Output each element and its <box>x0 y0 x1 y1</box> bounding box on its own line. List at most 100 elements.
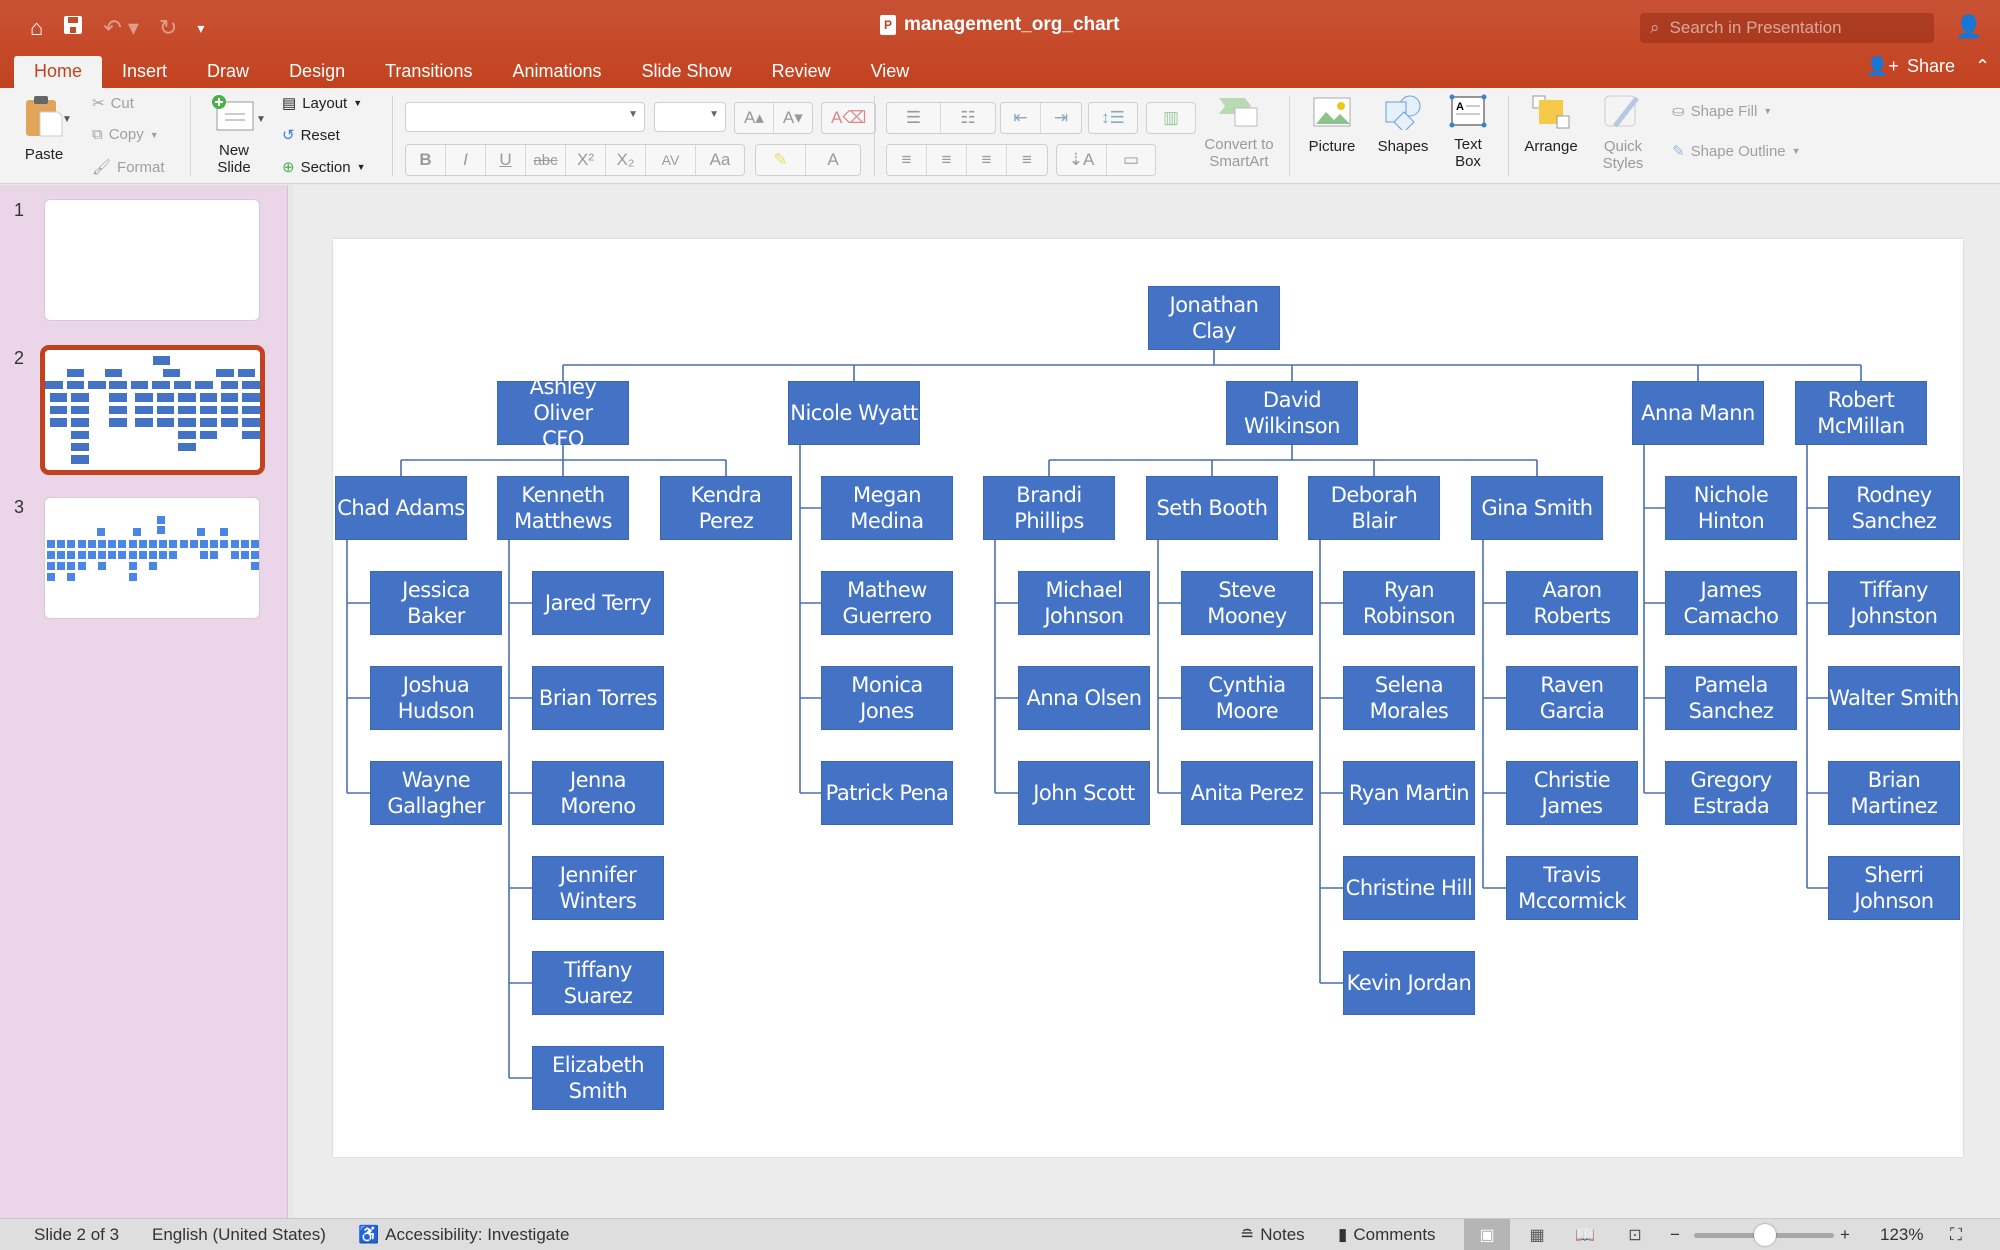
org-chart-node[interactable]: Kendra Perez <box>660 476 792 540</box>
arrange-button[interactable]: Arrange <box>1520 94 1582 155</box>
zoom-in-button[interactable]: + <box>1840 1225 1850 1245</box>
org-chart-node[interactable]: Jenna Moreno <box>532 761 664 825</box>
org-chart-node[interactable]: Chad Adams <box>335 476 467 540</box>
slide-thumbnail-3[interactable] <box>44 497 260 619</box>
align-left-button[interactable]: ≡ <box>887 145 927 175</box>
normal-view-button[interactable]: ▣ <box>1464 1219 1510 1250</box>
org-chart-node[interactable]: James Camacho <box>1665 571 1797 635</box>
org-chart-node[interactable]: Jonathan Clay <box>1148 286 1280 350</box>
org-chart-node[interactable]: Kenneth Matthews <box>497 476 629 540</box>
org-chart-node[interactable]: Joshua Hudson <box>370 666 502 730</box>
fit-to-window-button[interactable]: ⛶ <box>1950 1225 1962 1245</box>
copy-button[interactable]: ⧉ Copy ▼ <box>92 126 159 143</box>
org-chart-node[interactable]: Walter Smith <box>1828 666 1960 730</box>
tab-review[interactable]: Review <box>752 56 851 88</box>
font-color-button[interactable]: A <box>806 145 860 175</box>
shape-fill-button[interactable]: ⛀ Shape Fill ▼ <box>1672 102 1772 121</box>
paste-dropdown-icon[interactable]: ▼ <box>62 114 72 125</box>
org-chart-node[interactable]: David Wilkinson <box>1226 381 1358 445</box>
shapes-button[interactable]: Shapes <box>1373 94 1433 155</box>
org-chart-node[interactable]: Sherri Johnson <box>1828 856 1960 920</box>
zoom-out-button[interactable]: − <box>1670 1225 1680 1245</box>
new-slide-dropdown-icon[interactable]: ▼ <box>256 114 266 125</box>
font-name-dropdown[interactable]: ▼ <box>405 102 645 132</box>
slide-canvas[interactable]: Jonathan Clay Ashley Oliver CFO Chad Adams… <box>333 239 1963 1157</box>
org-chart-node[interactable]: Patrick Pena <box>821 761 953 825</box>
format-painter-button[interactable]: 🖌 Format <box>92 158 165 177</box>
org-chart-node[interactable]: Christie James <box>1506 761 1638 825</box>
reset-button[interactable]: ↺ Reset <box>282 126 340 145</box>
layout-button[interactable]: ▤ Layout ▼ <box>282 94 362 113</box>
new-slide-button[interactable]: New Slide <box>204 94 264 176</box>
superscript-button[interactable]: X² <box>566 145 606 175</box>
slide-thumbnail-1[interactable] <box>44 199 260 321</box>
org-chart-node[interactable]: Ryan Martin <box>1343 761 1475 825</box>
org-chart-node[interactable]: Kevin Jordan <box>1343 951 1475 1015</box>
strikethrough-button[interactable]: abc <box>526 145 566 175</box>
decrease-font-size-button[interactable]: A▾ <box>774 103 812 133</box>
org-chart-node[interactable]: Jared Terry <box>532 571 664 635</box>
org-chart-node[interactable]: Nicole Wyatt <box>788 381 920 445</box>
bold-button[interactable]: B <box>406 145 446 175</box>
paste-button[interactable]: Paste <box>18 94 70 163</box>
org-chart-node[interactable]: Selena Morales <box>1343 666 1475 730</box>
org-chart-node[interactable]: Mathew Guerrero <box>821 571 953 635</box>
tab-animations[interactable]: Animations <box>492 56 621 88</box>
org-chart-node[interactable]: Ryan Robinson <box>1343 571 1475 635</box>
undo-icon[interactable]: ↶ ▾ <box>103 15 139 41</box>
text-direction-button[interactable]: ⇣A <box>1057 145 1107 175</box>
subscript-button[interactable]: X₂ <box>606 145 646 175</box>
zoom-level[interactable]: 123% <box>1880 1225 1923 1245</box>
org-chart-node[interactable]: Ashley Oliver CFO <box>497 375 629 451</box>
org-chart-node[interactable]: Wayne Gallagher <box>370 761 502 825</box>
language-indicator[interactable]: English (United States) <box>152 1225 326 1245</box>
highlight-color-button[interactable]: ✎ <box>756 145 806 175</box>
org-chart-node[interactable]: Robert McMillan <box>1795 381 1927 445</box>
tab-insert[interactable]: Insert <box>102 56 187 88</box>
underline-button[interactable]: U <box>486 145 526 175</box>
comments-button[interactable]: ▮ Comments <box>1338 1225 1436 1245</box>
org-chart-node[interactable]: Nichole Hinton <box>1665 476 1797 540</box>
bullets-button[interactable]: ☰ <box>887 103 941 133</box>
org-chart-node[interactable]: Anna Olsen <box>1018 666 1150 730</box>
org-chart-node[interactable]: John Scott <box>1018 761 1150 825</box>
tab-slide-show[interactable]: Slide Show <box>622 56 752 88</box>
org-chart-node[interactable]: Brian Martinez <box>1828 761 1960 825</box>
slide-thumbnail-2[interactable] <box>40 345 265 475</box>
org-chart-node[interactable]: Aaron Roberts <box>1506 571 1638 635</box>
org-chart-node[interactable]: Anita Perez <box>1181 761 1313 825</box>
org-chart-node[interactable]: Brandi Phillips <box>983 476 1115 540</box>
org-chart-node[interactable]: Tiffany Suarez <box>532 951 664 1015</box>
home-icon[interactable]: ⌂ <box>30 15 43 41</box>
org-chart-node[interactable]: Seth Booth <box>1146 476 1278 540</box>
org-chart-node[interactable]: Raven Garcia <box>1506 666 1638 730</box>
org-chart-node[interactable]: Pamela Sanchez <box>1665 666 1797 730</box>
save-icon[interactable] <box>63 15 83 41</box>
org-chart-node[interactable]: Steve Mooney <box>1181 571 1313 635</box>
character-spacing-button[interactable]: AV <box>646 145 696 175</box>
align-right-button[interactable]: ≡ <box>967 145 1007 175</box>
increase-indent-button[interactable]: ⇥ <box>1041 103 1081 133</box>
section-button[interactable]: ⊕ Section ▼ <box>282 158 366 177</box>
picture-button[interactable]: Picture <box>1304 94 1360 155</box>
align-text-button[interactable]: ▭ <box>1107 145 1155 175</box>
numbering-button[interactable]: ☷ <box>941 103 995 133</box>
org-chart-node[interactable]: Michael Johnson <box>1018 571 1150 635</box>
text-box-button[interactable]: A Text Box <box>1446 94 1490 170</box>
notes-button[interactable]: ≘ Notes <box>1240 1225 1305 1245</box>
tab-home[interactable]: Home <box>14 56 103 88</box>
slide-show-button[interactable]: ⊡ <box>1612 1219 1658 1250</box>
org-chart-node[interactable]: Deborah Blair <box>1308 476 1440 540</box>
quick-styles-button[interactable]: Quick Styles <box>1596 94 1650 172</box>
org-chart-node[interactable]: Elizabeth Smith <box>532 1046 664 1110</box>
org-chart-node[interactable]: Gregory Estrada <box>1665 761 1797 825</box>
redo-icon[interactable]: ↻ <box>159 15 177 41</box>
columns-button[interactable]: ▥ <box>1147 103 1195 133</box>
org-chart-node[interactable]: Brian Torres <box>532 666 664 730</box>
tab-transitions[interactable]: Transitions <box>365 56 492 88</box>
italic-button[interactable]: I <box>446 145 486 175</box>
org-chart-node[interactable]: Christine Hill <box>1343 856 1475 920</box>
accessibility-button[interactable]: ♿ Accessibility: Investigate <box>358 1225 569 1245</box>
org-chart-node[interactable]: Anna Mann <box>1632 381 1764 445</box>
collapse-ribbon-icon[interactable]: ⌃ <box>1975 56 1990 77</box>
